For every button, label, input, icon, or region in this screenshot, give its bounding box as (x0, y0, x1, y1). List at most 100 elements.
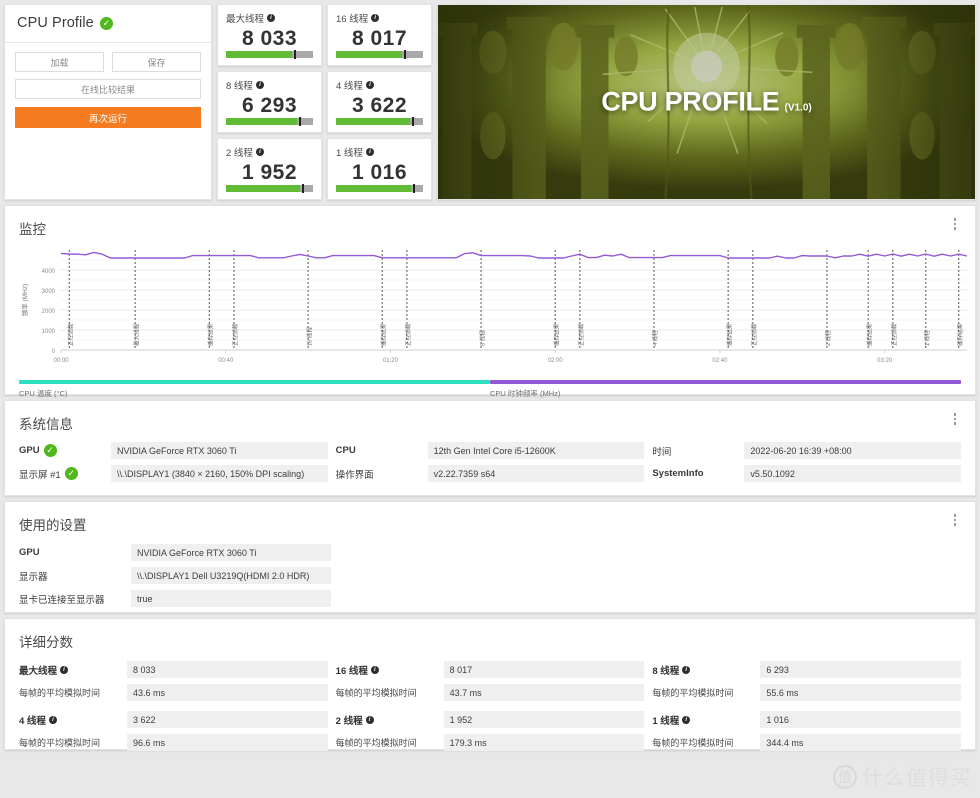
info-icon[interactable]: i (60, 665, 69, 674)
event-marker-label: 4 线程 (651, 330, 659, 346)
score-value: 6 293 (241, 93, 298, 117)
score-progress-tick (293, 50, 296, 59)
monitor-chart: 0 1000 2000 3000 4000 频率 (MHz) 00:00 00:40 01:20… (15, 246, 968, 374)
score-card-label-row: 4 线程 i (336, 78, 423, 92)
score-value: 3 622 (351, 93, 408, 117)
legend-item-clock-frequency[interactable]: CPU 时钟频率 (MHz) (490, 380, 961, 399)
detail-frametime-value: 43.6 ms (127, 684, 328, 701)
detail-label: 4 线程 i (19, 711, 127, 728)
system-info-key: 操作界面 (336, 465, 428, 482)
detail-entry: 16 线程 i 8 017 每帧的平均模拟时间 43.7 ms (336, 661, 645, 701)
legend-label: CPU 时钟频率 (MHz) (490, 389, 561, 398)
info-icon[interactable]: i (255, 81, 264, 89)
detail-frametime-value: 179.3 ms (443, 734, 645, 751)
detail-label-text: 2 线程 (335, 715, 363, 727)
detail-label: 16 线程 i (336, 661, 444, 678)
detail-frametime-value: 344.4 ms (760, 734, 961, 751)
event-marker-label: 缓存结果 (865, 323, 873, 346)
score-value: 1 016 (351, 160, 408, 184)
score-progress-bar (336, 184, 423, 193)
detail-frametime-label: 每帧的平均模拟时间 (335, 738, 417, 748)
load-button[interactable]: 加载 (15, 52, 104, 72)
score-card-label-row: 最大线程 i (226, 11, 313, 25)
score-card[interactable]: 最大线程 i 8 033 (217, 4, 322, 66)
event-marker-label: 缓存结果 (725, 323, 733, 346)
setting-value: true (131, 590, 331, 607)
run-again-button[interactable]: 再次运行 (15, 107, 201, 128)
info-icon[interactable]: i (255, 148, 264, 156)
legend-item-temperature[interactable]: CPU 温度 (°C) (19, 380, 490, 399)
kebab-menu-icon[interactable] (948, 413, 962, 427)
score-card-grid: 最大线程 i 8 033 16 线程 i 8 017 8 线程 i 6 293 … (217, 4, 432, 200)
legend-color-swatch (490, 380, 961, 384)
event-marker-label: 正在加载 (890, 323, 898, 346)
system-info-column: 时间 2022-06-20 16:39 +08:00 SystemInfo v5… (652, 442, 961, 482)
info-icon[interactable]: i (365, 715, 374, 724)
event-marker-label: 正在加载 (231, 323, 239, 346)
score-card[interactable]: 1 线程 i 1 016 (327, 138, 432, 200)
info-icon[interactable]: i (370, 665, 379, 674)
score-card[interactable]: 8 线程 i 6 293 (217, 71, 322, 133)
detail-score: 8 017 (443, 661, 645, 678)
save-button[interactable]: 保存 (112, 52, 201, 72)
system-info-column: GPU ✓ NVIDIA GeForce RTX 3060 Ti 显示屏 #1 … (19, 442, 328, 482)
system-info-section: 系统信息 GPU ✓ NVIDIA GeForce RTX 3060 Ti 显示… (4, 400, 976, 496)
info-icon[interactable]: i (682, 665, 691, 674)
detail-frametime-value: 55.6 ms (760, 684, 961, 701)
benchmark-control-panel: CPU Profile ✓ 加载 保存 在线比较结果 再次运行 (4, 4, 212, 200)
site-watermark: 值 什么值得买 (833, 762, 972, 792)
info-icon[interactable]: i (365, 81, 374, 89)
detail-score: 8 033 (127, 661, 328, 678)
event-marker-label: 正在加载 (750, 323, 758, 346)
system-info-key-text: 时间 (652, 446, 672, 458)
score-card-label-row: 1 线程 i (336, 145, 423, 159)
detail-entry: 4 线程 i 3 622 每帧的平均模拟时间 96.6 ms (19, 711, 328, 751)
check-circle-icon: ✓ (43, 444, 57, 457)
system-info-grid: GPU ✓ NVIDIA GeForce RTX 3060 Ti 显示屏 #1 … (5, 433, 975, 482)
score-card-label-row: 16 线程 i (336, 11, 423, 25)
system-info-value: 2022-06-20 16:39 +08:00 (744, 442, 961, 459)
x-axis-tick-label: 02:00 (548, 358, 564, 364)
x-axis-tick-label: 02:40 (712, 358, 728, 364)
score-label: 4 线程 (336, 81, 363, 92)
score-label: 16 线程 (336, 14, 369, 25)
y-axis-tick-label: 0 (52, 349, 56, 355)
score-card[interactable]: 4 线程 i 3 622 (327, 71, 432, 133)
panel-body: 加载 保存 在线比较结果 再次运行 (5, 43, 211, 137)
system-info-value: 12th Gen Intel Core i5-12600K (427, 442, 645, 459)
detail-label: 8 线程 i (652, 661, 760, 678)
used-settings-grid: GPU NVIDIA GeForce RTX 3060 Ti 显示器 \\.\D… (5, 534, 975, 607)
kebab-menu-icon[interactable] (948, 514, 962, 528)
detail-frametime-label: 每帧的平均模拟时间 (652, 738, 734, 748)
kebab-menu-icon[interactable] (948, 218, 962, 232)
info-icon[interactable]: i (48, 715, 57, 724)
detail-entry: 2 线程 i 1 952 每帧的平均模拟时间 179.3 ms (336, 711, 645, 751)
detail-label-text: 8 线程 (652, 665, 680, 677)
x-axis-tick-label: 03:20 (877, 358, 893, 364)
detail-frametime-label: 每帧的平均模拟时间 (19, 738, 101, 748)
detail-label-text: 4 线程 (19, 715, 46, 727)
load-save-row: 加载 保存 (15, 52, 201, 72)
score-card[interactable]: 16 线程 i 8 017 (327, 4, 432, 66)
score-progress-tick (403, 50, 406, 59)
detail-entry: 1 线程 i 1 016 每帧的平均模拟时间 344.4 ms (652, 711, 961, 751)
y-axis-tick-label: 4000 (42, 269, 56, 275)
y-axis-tick-label: 2000 (42, 309, 56, 315)
system-info-key-text: 操作界面 (335, 469, 374, 481)
info-icon[interactable]: i (371, 14, 380, 22)
compare-online-button[interactable]: 在线比较结果 (15, 79, 201, 99)
score-progress-fill (226, 51, 293, 58)
detail-score: 3 622 (127, 711, 328, 728)
info-icon[interactable]: i (365, 148, 374, 156)
event-marker-label: 缓存结果 (552, 323, 560, 346)
score-progress-bar (226, 117, 313, 126)
system-info-key-text: GPU (19, 445, 40, 456)
hero-version: (V1.0) (784, 102, 812, 114)
detailed-scores-grid: 最大线程 i 8 033 每帧的平均模拟时间 43.6 ms 16 线程 i 8… (5, 651, 975, 751)
system-info-key-text: SystemInfo (652, 468, 704, 479)
score-card[interactable]: 2 线程 i 1 952 (217, 138, 322, 200)
event-marker-label: 1 线程 (923, 330, 931, 346)
info-icon[interactable]: i (682, 715, 691, 724)
system-info-value: v5.50.1092 (744, 465, 961, 482)
info-icon[interactable]: i (267, 14, 276, 22)
